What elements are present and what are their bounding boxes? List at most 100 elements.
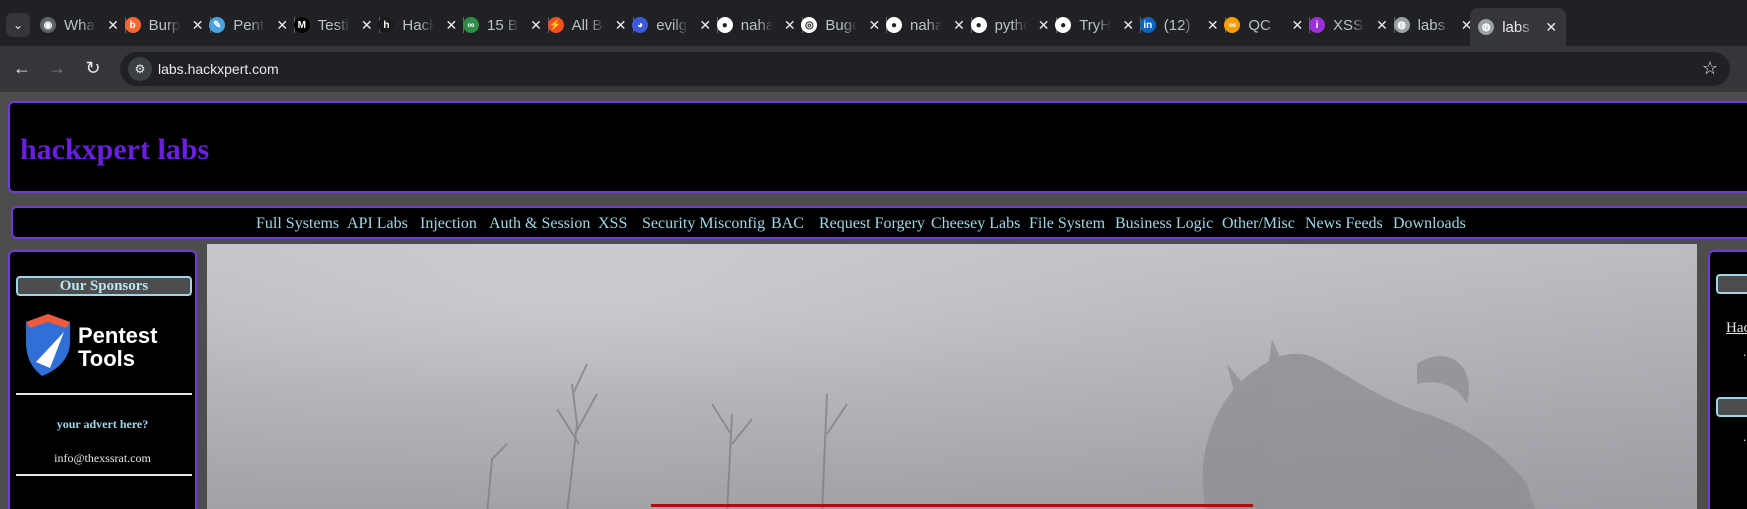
close-icon[interactable]: ✕ [614, 17, 628, 34]
browser-tab[interactable]: b Burp Suite ✕ [124, 8, 211, 42]
browser-tab[interactable]: ● TryHackMe ✕ [1055, 8, 1142, 42]
close-icon[interactable]: ✕ [783, 17, 797, 34]
tab-title: Bugcrowd [825, 16, 858, 34]
back-button[interactable]: ← [11, 57, 33, 79]
reload-button[interactable]: ↻ [82, 57, 104, 79]
nav-link[interactable]: Security Misconfig [642, 215, 765, 233]
browser-tab[interactable]: ● nahamsec ✕ [886, 8, 972, 42]
close-icon[interactable]: ✕ [106, 17, 120, 34]
nav-link[interactable]: Other/Misc [1222, 215, 1295, 233]
sponsor-name-line2: Tools [78, 346, 135, 371]
nav-link[interactable]: Auth & Session [489, 215, 590, 233]
close-icon[interactable]: ✕ [444, 17, 458, 34]
nav-link[interactable]: Cheesey Labs [931, 215, 1020, 233]
browser-tab[interactable]: ◕ evilginx ✕ [632, 8, 719, 42]
close-icon[interactable]: ✕ [867, 17, 881, 34]
site-header: hackxpert labs [8, 101, 1747, 193]
github-icon: ● [1055, 17, 1072, 33]
right-sidebar-heading-2 [1716, 397, 1747, 417]
burp-icon: b [124, 17, 141, 33]
divider [16, 393, 192, 395]
browser-tab[interactable]: in (12) LinkedIn ✕ [1139, 8, 1226, 42]
nav-link[interactable]: Downloads [1393, 215, 1466, 233]
browser-tab[interactable]: ⚡ All Bugs ✕ [547, 8, 634, 42]
browser-tab[interactable]: ∞ QC ✕ [1224, 8, 1311, 42]
target-icon: ◎ [801, 17, 818, 33]
site-brand[interactable]: hackxpert labs [20, 133, 209, 167]
pentest-tools-logo[interactable]: Pentest Tools [20, 312, 190, 378]
tab-title: QC [1248, 16, 1271, 34]
close-icon[interactable]: ✕ [1037, 17, 1051, 34]
sponsors-sidebar: Our Sponsors Pentest Tools your advert h… [8, 250, 197, 509]
browser-tab[interactable]: ∞ 15 Best ✕ [463, 8, 549, 42]
right-sidebar-text-2: . [1743, 429, 1747, 444]
right-sidebar: Hac . . [1708, 250, 1747, 509]
bookmark-star-icon[interactable]: ☆ [1702, 58, 1718, 79]
cat-icon: ◕ [632, 17, 649, 33]
nav-link[interactable]: API Labs [347, 215, 408, 233]
github-icon: ● [716, 17, 733, 33]
close-icon[interactable]: ✕ [952, 17, 966, 34]
close-icon[interactable]: ✕ [698, 17, 712, 34]
url-text[interactable]: labs.hackxpert.com [158, 61, 279, 77]
tab-title: Testing [317, 16, 350, 34]
close-icon[interactable]: ✕ [1544, 19, 1558, 36]
tab-title: PentesterLand [233, 16, 265, 34]
nav-link[interactable]: Business Logic [1115, 215, 1213, 233]
browser-tab[interactable]: ◎ Bugcrowd ✕ [801, 8, 888, 42]
github-icon: ● [886, 17, 902, 33]
close-icon[interactable]: ✕ [191, 17, 205, 34]
sponsor-name-line1: Pentest [78, 323, 158, 348]
browser-toolbar: ← → ↻ ⚙ labs.hackxpert.com ☆ [0, 46, 1747, 92]
tab-title: python [994, 16, 1027, 34]
browser-tab[interactable]: M Testing ✕ [293, 8, 380, 42]
nav-link[interactable]: Injection [420, 215, 477, 233]
tab-title: evilginx [656, 16, 688, 34]
close-icon[interactable]: ✕ [1121, 17, 1135, 34]
browser-tab[interactable]: ◉ WhatsApp ✕ [40, 8, 126, 42]
tab-search-button[interactable]: ⌄ [6, 13, 30, 37]
browser-tab[interactable]: ◍ labs ✕ [1393, 8, 1474, 42]
tab-title: labs [1417, 16, 1446, 34]
right-sidebar-link[interactable]: Hac [1726, 320, 1747, 337]
chrome-icon: ◉ [40, 17, 56, 33]
close-icon[interactable]: ✕ [529, 17, 543, 34]
nav-link[interactable]: Request Forgery [819, 215, 925, 233]
forward-button[interactable]: → [46, 57, 68, 79]
close-icon[interactable]: ✕ [1375, 17, 1389, 34]
close-icon[interactable]: ✕ [360, 17, 374, 34]
h-icon: h [378, 17, 395, 33]
intigriti-icon: i [1309, 17, 1325, 33]
browser-tab[interactable]: ● nahamsec ✕ [716, 8, 803, 42]
divider [16, 474, 192, 476]
address-bar[interactable]: ⚙ labs.hackxpert.com ☆ [120, 52, 1730, 86]
geeks-icon: ∞ [463, 17, 479, 33]
nav-link[interactable]: File System [1029, 215, 1105, 233]
sponsor-email[interactable]: info@thexssrat.com [10, 451, 195, 466]
github-icon: ● [970, 17, 987, 33]
nav-link[interactable]: Full Systems [256, 215, 339, 233]
close-icon[interactable]: ✕ [1206, 17, 1220, 34]
shield-icon: Pentest Tools [26, 314, 158, 376]
browser-tab[interactable]: ● python ✕ [970, 8, 1057, 42]
globe-icon: ◍ [1478, 19, 1495, 35]
nav-link[interactable]: XSS [598, 215, 627, 233]
dragon-landscape-image [207, 244, 1697, 509]
browser-tab[interactable]: ✎ PentesterLand ✕ [209, 8, 296, 42]
site-info-button[interactable]: ⚙ [128, 57, 152, 81]
tab-title: (12) LinkedIn [1163, 16, 1196, 34]
nav-link[interactable]: News Feeds [1305, 215, 1383, 233]
linkedin-icon: in [1139, 17, 1156, 33]
infinity-icon: ∞ [1224, 17, 1241, 33]
right-sidebar-heading [1716, 274, 1747, 294]
tab-title: nahamsec [740, 16, 773, 34]
reload-icon: ↻ [85, 58, 101, 78]
tab-title: TryHackMe [1079, 16, 1112, 34]
nav-link[interactable]: BAC [771, 215, 804, 233]
browser-tab[interactable]: h Hackxpert ✕ [378, 8, 465, 42]
advert-link[interactable]: your advert here? [10, 417, 195, 432]
close-icon[interactable]: ✕ [275, 17, 289, 34]
close-icon[interactable]: ✕ [1290, 17, 1304, 34]
browser-tab[interactable]: ◍ labs ✕ [1470, 8, 1567, 46]
browser-tab[interactable]: i XSS ✕ [1309, 8, 1395, 42]
